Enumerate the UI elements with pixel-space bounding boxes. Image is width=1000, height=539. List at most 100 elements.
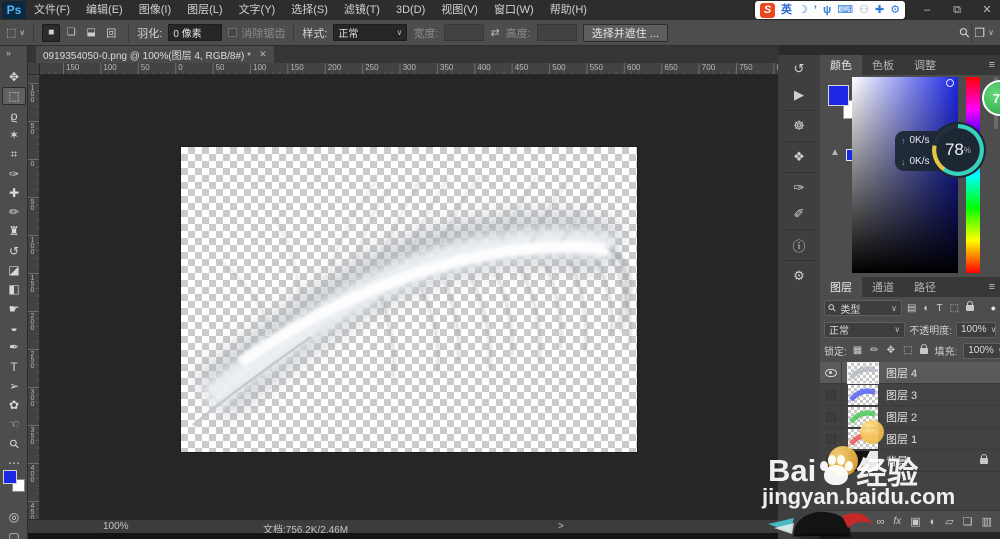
gamut-warning-icon[interactable]: ▲	[830, 147, 840, 158]
menu-item-4[interactable]: 文字(Y)	[231, 0, 284, 20]
actions-panel-icon[interactable]: ▶	[784, 83, 814, 107]
layer-thumbnail[interactable]	[848, 384, 878, 405]
close-button[interactable]: ✕	[980, 0, 994, 20]
layer-row-3[interactable]: 图层 1	[820, 428, 1000, 450]
navigator-panel-icon[interactable]: ☸	[784, 114, 814, 138]
tab-close-icon[interactable]: ✕	[259, 49, 267, 60]
visibility-toggle[interactable]	[820, 406, 842, 427]
layers-panel-tab-1[interactable]: 通道	[862, 277, 904, 297]
color-panel-tab-1[interactable]: 色板	[862, 55, 904, 75]
brush-settings-panel-icon[interactable]: ✐	[784, 202, 814, 226]
filter-pixel-layers-icon[interactable]: ▤	[907, 303, 916, 314]
lock-pixels-icon[interactable]: ✏	[870, 345, 878, 356]
intersect-selection-button[interactable]: 回	[102, 24, 120, 42]
new-layer-icon[interactable]: ❏	[963, 515, 973, 528]
menu-item-8[interactable]: 视图(V)	[433, 0, 486, 20]
menu-item-5[interactable]: 选择(S)	[283, 0, 336, 20]
adjustment-layer-icon[interactable]: ◐	[930, 516, 937, 528]
type-tool[interactable]: T	[2, 358, 26, 376]
layer-thumbnail[interactable]	[848, 450, 878, 471]
ruler-origin-box[interactable]	[28, 63, 40, 75]
delete-layer-icon[interactable]: ▥	[982, 515, 992, 528]
visibility-toggle[interactable]	[820, 384, 842, 405]
layer-group-icon[interactable]: ▱	[945, 515, 953, 528]
panel-menu-icon[interactable]: ≡	[989, 281, 995, 293]
color-swatches[interactable]	[3, 470, 25, 492]
layers-panel-tab-2[interactable]: 路径	[904, 277, 946, 297]
layer-row-4[interactable]: 背景	[820, 450, 1000, 472]
visibility-toggle[interactable]	[820, 450, 842, 471]
swap-dimensions-icon[interactable]: ⇄	[490, 26, 499, 39]
eraser-tool[interactable]: ◪	[2, 261, 26, 279]
restore-button[interactable]: ⧉	[950, 0, 964, 20]
filter-type-layers-icon[interactable]: T	[937, 303, 943, 314]
ime-lang-indicator[interactable]: 英	[781, 3, 792, 18]
gradient-tool[interactable]: ◧	[2, 280, 26, 298]
layer-mask-icon[interactable]: ▣	[910, 515, 920, 528]
width-input[interactable]	[444, 24, 485, 41]
menu-item-10[interactable]: 帮助(H)	[542, 0, 595, 20]
color-panel-tab-0[interactable]: 颜色	[820, 55, 862, 75]
info-panel-icon[interactable]: ⓘ	[784, 233, 814, 257]
quick-selection-tool[interactable]: ✶	[2, 126, 26, 144]
subtract-selection-button[interactable]: ⬓	[82, 24, 100, 42]
memory-usage-ring[interactable]: 78 %	[930, 122, 986, 178]
fill-select[interactable]: 100%∨	[963, 342, 1000, 359]
menu-item-1[interactable]: 编辑(E)	[78, 0, 131, 20]
new-selection-button[interactable]: ■	[42, 23, 61, 42]
lock-transparency-icon[interactable]: ▦	[853, 345, 862, 356]
history-panel-icon[interactable]: ↺	[784, 57, 814, 81]
height-input[interactable]	[536, 24, 577, 41]
blend-mode-select[interactable]: 正常 ∨	[824, 321, 906, 338]
menu-item-6[interactable]: 滤镜(T)	[336, 0, 388, 20]
layer-thumbnail[interactable]	[848, 406, 878, 427]
move-tool[interactable]: ✥	[2, 68, 26, 86]
filter-adjustment-layers-icon[interactable]: ◐	[923, 303, 929, 314]
ime-toolbox-icon[interactable]: ⚙	[890, 3, 900, 18]
lock-position-icon[interactable]: ✥	[887, 345, 895, 356]
lock-artboard-icon[interactable]: ⬚	[903, 345, 912, 356]
visibility-toggle[interactable]	[820, 362, 842, 383]
canvas-area[interactable]	[40, 75, 778, 519]
menu-item-7[interactable]: 3D(D)	[388, 0, 433, 20]
layer-row-2[interactable]: 图层 2	[820, 406, 1000, 428]
brushes-panel-icon[interactable]: ✑	[784, 176, 814, 200]
saturation-brightness-field[interactable]	[852, 77, 958, 273]
pen-tool[interactable]: ✒	[2, 338, 26, 356]
history-brush-tool[interactable]: ↺	[2, 242, 26, 260]
panel-menu-icon[interactable]: ≡	[989, 59, 995, 71]
anti-alias-checkbox[interactable]: 消除锯齿	[228, 25, 285, 41]
layer-thumbnail[interactable]	[848, 362, 878, 383]
layers-panel-tab-0[interactable]: 图层	[820, 277, 862, 297]
ime-punctuation-icon[interactable]: ’	[814, 3, 817, 18]
color-panel-tab-2[interactable]: 调整	[904, 55, 946, 75]
path-selection-tool[interactable]: ➢	[2, 377, 26, 395]
foreground-color-swatch[interactable]	[3, 470, 17, 484]
filter-shape-layers-icon[interactable]: ⬚	[950, 303, 959, 314]
ime-skin-icon[interactable]: ✚	[875, 3, 884, 18]
select-and-mask-button[interactable]: 选择并遮住 ...	[582, 23, 668, 42]
healing-brush-tool[interactable]: ✚	[2, 184, 26, 202]
hand-tool[interactable]: ☜	[2, 415, 26, 433]
eyedropper-tool[interactable]: ✑	[2, 165, 26, 183]
screen-mode-button[interactable]: ▢	[2, 528, 26, 539]
layer-row-1[interactable]: 图层 3	[820, 384, 1000, 406]
vertical-ruler[interactable]: 10050050100150200250300350400450500	[28, 75, 40, 519]
status-chevron-icon[interactable]: >	[558, 521, 564, 532]
brush-tool[interactable]: ✏	[2, 203, 26, 221]
ime-toolbar[interactable]: S 英 ☽ ’ ψ ⌨ ⚇ ✚ ⚙	[755, 1, 906, 19]
layer-row-0[interactable]: 图层 4	[820, 362, 1000, 384]
menu-item-3[interactable]: 图层(L)	[179, 0, 230, 20]
minimize-button[interactable]: –	[920, 0, 934, 20]
quick-mask-button[interactable]: ◎	[2, 508, 26, 526]
clone-stamp-tool[interactable]: ♜	[2, 222, 26, 240]
workspace-switcher-icon[interactable]: ❒	[974, 26, 985, 40]
feather-input[interactable]: 0 像素	[168, 24, 223, 41]
visibility-toggle[interactable]	[820, 428, 842, 449]
sogou-logo-icon[interactable]: S	[760, 2, 775, 18]
opacity-select[interactable]: 100% ∨	[956, 321, 996, 338]
add-selection-button[interactable]: ❏	[62, 24, 80, 42]
properties-panel-icon[interactable]: ❖	[784, 145, 814, 169]
dodge-tool[interactable]: ◒	[2, 319, 26, 337]
smudge-tool[interactable]: ☛	[2, 300, 26, 318]
